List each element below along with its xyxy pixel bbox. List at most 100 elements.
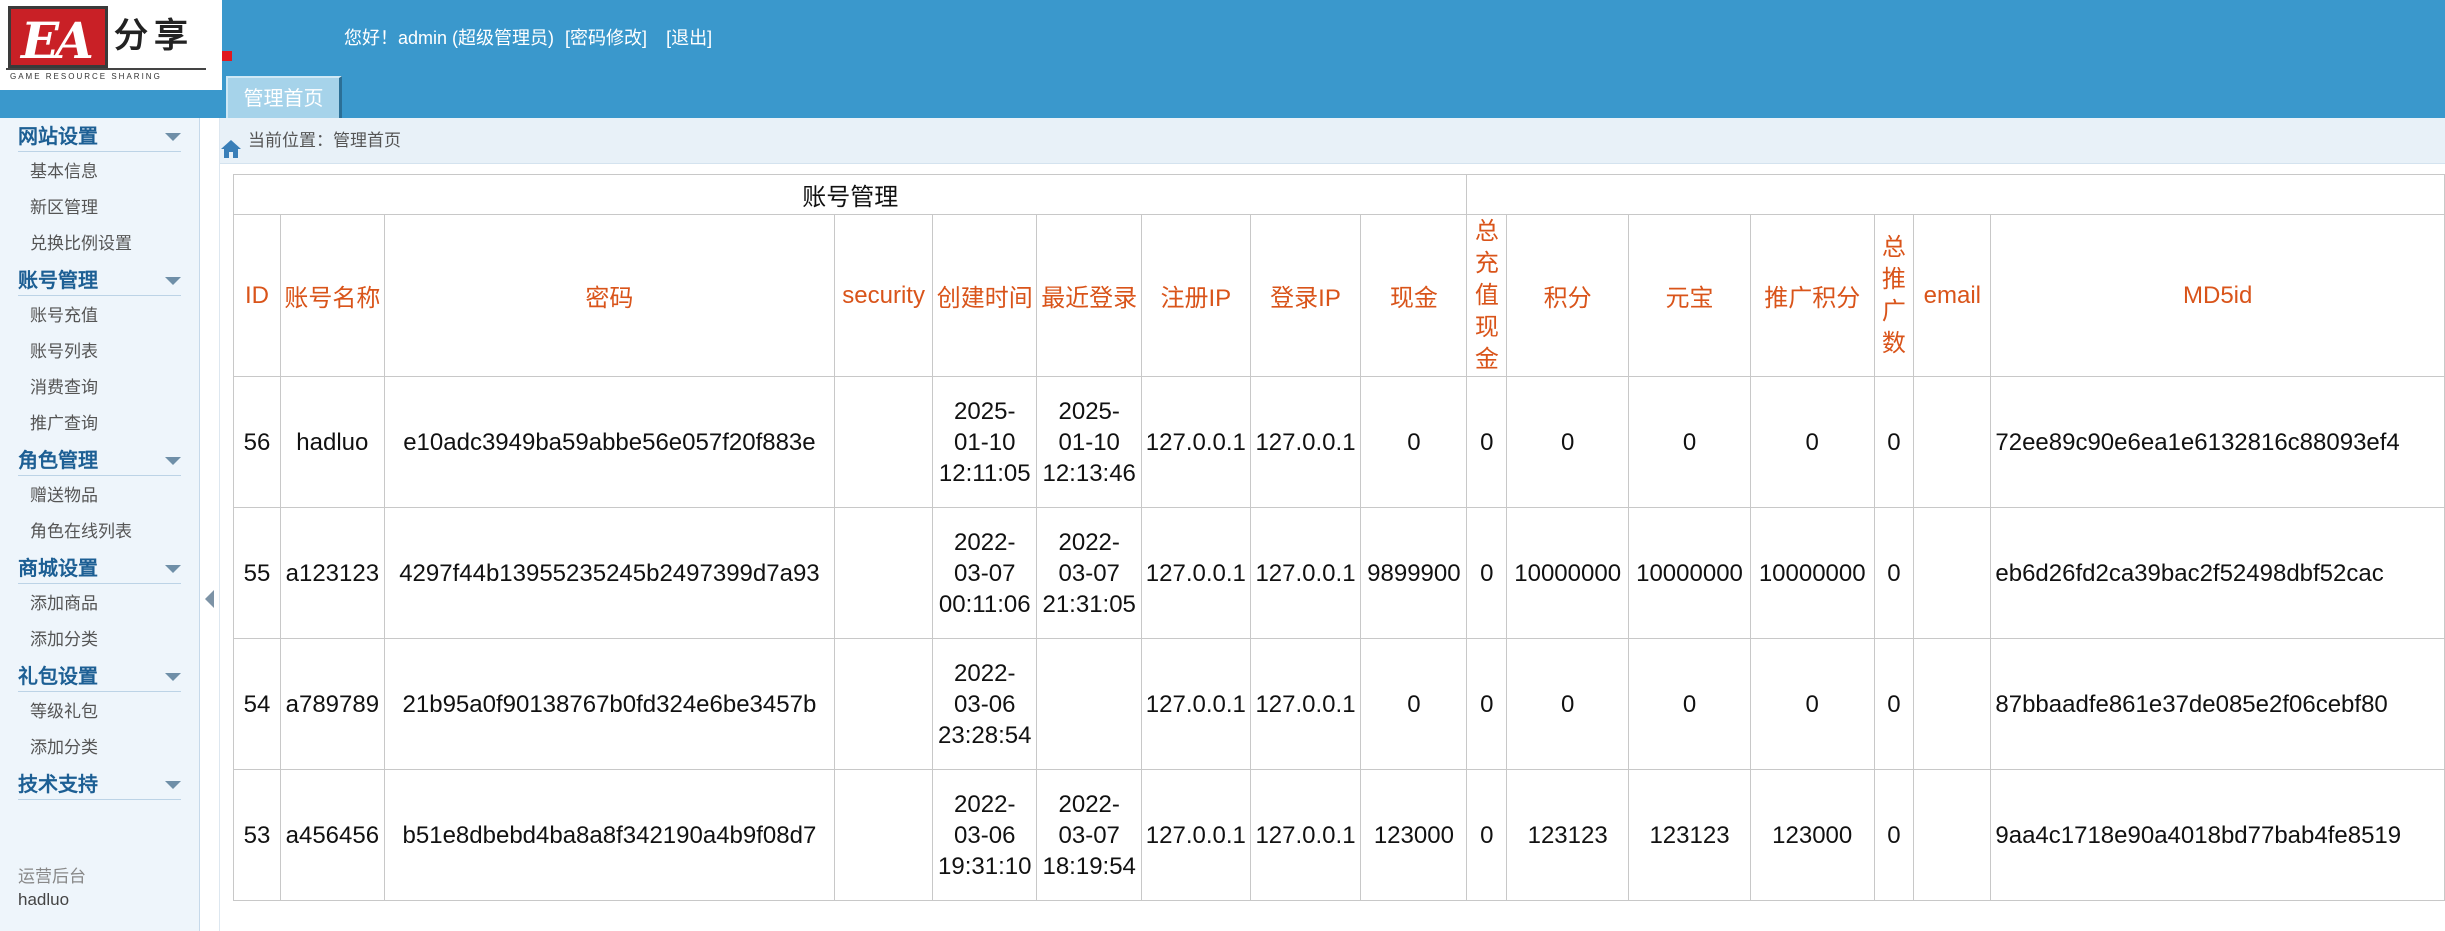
sidebar-extra-label[interactable]: 运营后台 <box>18 862 86 887</box>
chevron-down-icon[interactable] <box>165 565 181 573</box>
column-header: 元宝 <box>1628 214 1751 377</box>
column-header: 总充值现金 <box>1466 214 1508 377</box>
cell-md5id: 87bbaadfe861e37de085e2f06cebf80 <box>1990 638 2445 770</box>
change-password-link[interactable]: [密码修改] <box>565 28 647 48</box>
table-caption: 账号管理 <box>232 174 1468 215</box>
chevron-down-icon[interactable] <box>165 277 181 285</box>
breadcrumb-text: 当前位置：管理首页 <box>248 131 401 151</box>
sidebar-item[interactable]: 账号充值 <box>0 298 199 334</box>
cell-line: 2022- <box>1058 528 1120 556</box>
cell-line: 2022- <box>954 659 1016 687</box>
cell-line: 03-06 <box>954 690 1016 718</box>
cell-promo-points: 123000 <box>1749 769 1875 901</box>
sidebar-item[interactable]: 消费查询 <box>0 370 199 406</box>
welcome-bar: 您好！admin (超级管理员) [密码修改] [退出] <box>344 24 712 50</box>
cell-line: 03-06 <box>954 821 1016 849</box>
cell-reg-ip: 127.0.0.1 <box>1140 507 1251 639</box>
table-row[interactable]: 55 a123123 4297f44b13955235245b2497399d7a9… <box>232 507 2445 639</box>
cell-password: 21b95a0f90138767b0fd324e6be3457b <box>383 638 836 770</box>
sidebar-item[interactable]: 添加分类 <box>0 730 199 766</box>
table-header-row: ID 账号名称 密码 security 创建时间 最近登录 注册IP 登录IP 现金 总充值现金积… <box>232 214 2445 377</box>
cell-line: 00:11:06 <box>938 590 1031 618</box>
cell-line: 18:19:54 <box>1042 852 1136 880</box>
sidebar-group-header[interactable]: 账号管理 <box>0 262 199 298</box>
cell-password: e10adc3949ba59abbe56e057f20f883e <box>383 376 836 508</box>
cell-total-recharge: 0 <box>1466 376 1508 508</box>
column-header: email <box>1913 214 1992 377</box>
sidebar-item[interactable]: 新区管理 <box>0 190 199 226</box>
cell-promo-count: 0 <box>1873 769 1915 901</box>
cell-login-ip: 127.0.0.1 <box>1249 638 1362 770</box>
tab-home[interactable]: 管理首页 <box>226 76 342 118</box>
cell-security <box>834 638 934 770</box>
cell-name: hadluo <box>280 376 385 508</box>
sidebar-group-title: 技术支持 <box>18 772 98 796</box>
cell-yuanbao: 10000000 <box>1628 507 1751 639</box>
sidebar-group-title: 商城设置 <box>18 556 98 580</box>
sidebar-group-title: 礼包设置 <box>18 664 98 688</box>
cell-line: 21:31:05 <box>1042 590 1136 618</box>
cell-promo-points: 0 <box>1749 638 1875 770</box>
sidebar-group-header[interactable]: 网站设置 <box>0 118 199 154</box>
sidebar-item[interactable]: 添加分类 <box>0 622 199 658</box>
cell-line: 23:28:54 <box>938 721 1032 749</box>
cell-yuanbao: 123123 <box>1628 769 1751 901</box>
table-row[interactable]: 54 a789789 21b95a0f90138767b0fd324e6be3457… <box>232 638 2445 770</box>
sidebar-item[interactable]: 推广查询 <box>0 406 199 442</box>
cell-cash: 123000 <box>1360 769 1468 901</box>
account-table: 账号管理 ID 账号名称 密码 security 创建时间 最近登录 注册IP 登录IP 现金总… <box>232 174 2445 901</box>
breadcrumb: 当前位置：管理首页 <box>220 118 2445 164</box>
table-row[interactable]: 53 a456456 b51e8dbebd4ba8a8f342190a4b9f08d… <box>232 769 2445 901</box>
logout-link[interactable]: [退出] <box>666 28 712 48</box>
chevron-down-icon[interactable] <box>165 781 181 789</box>
home-icon[interactable] <box>220 131 242 158</box>
sidebar-group: 商城设置添加商品 添加分类 <box>0 550 199 658</box>
cell-promo-points: 10000000 <box>1749 507 1875 639</box>
logo-underline <box>6 68 206 70</box>
cell-points: 0 <box>1506 376 1630 508</box>
cell-name: a456456 <box>280 769 385 901</box>
logo-dot <box>222 51 232 61</box>
collapse-arrow-icon[interactable] <box>205 590 214 608</box>
cell-password: b51e8dbebd4ba8a8f342190a4b9f08d7 <box>383 769 836 901</box>
sidebar-group: 角色管理赠送物品 角色在线列表 <box>0 442 199 550</box>
sidebar-item[interactable]: 账号列表 <box>0 334 199 370</box>
sidebar-splitter[interactable] <box>200 118 220 931</box>
cell-line: 2022- <box>1058 790 1120 818</box>
cell-points: 10000000 <box>1506 507 1630 639</box>
cell-promo-count: 0 <box>1873 507 1915 639</box>
cell-md5id: 72ee89c90e6ea1e6132816c88093ef4 <box>1990 376 2445 508</box>
cell-md5id: 9aa4c1718e90a4018bd77bab4fe8519 <box>1990 769 2445 901</box>
sidebar-item[interactable]: 角色在线列表 <box>0 514 199 550</box>
sidebar-group-header[interactable]: 商城设置 <box>0 550 199 586</box>
sidebar-item[interactable]: 兑换比例设置 <box>0 226 199 262</box>
cell-points: 123123 <box>1506 769 1630 901</box>
chevron-down-icon[interactable] <box>165 673 181 681</box>
cell-security <box>834 769 934 901</box>
sidebar-item[interactable]: 添加商品 <box>0 586 199 622</box>
cell-last-login: 2025- 01-10 12:13:46 <box>1036 376 1142 508</box>
logo-mark: EA <box>8 6 108 70</box>
cell-line: 01-10 <box>1058 428 1120 456</box>
cell-line: 2025- <box>1058 397 1120 425</box>
sidebar-group-header[interactable]: 礼包设置 <box>0 658 199 694</box>
cell-reg-ip: 127.0.0.1 <box>1140 638 1251 770</box>
cell-line: 03-07 <box>1058 559 1120 587</box>
table-row[interactable]: 56 hadluo e10adc3949ba59abbe56e057f20f883e… <box>232 376 2445 508</box>
cell-promo-points: 0 <box>1749 376 1875 508</box>
cell-login-ip: 127.0.0.1 <box>1249 507 1362 639</box>
sidebar-item[interactable]: 赠送物品 <box>0 478 199 514</box>
cell-email <box>1913 769 1992 901</box>
chevron-down-icon[interactable] <box>165 457 181 465</box>
cell-line: 2025- <box>954 397 1016 425</box>
sidebar-item[interactable]: 基本信息 <box>0 154 199 190</box>
chevron-down-icon[interactable] <box>165 133 181 141</box>
sidebar-item[interactable]: 等级礼包 <box>0 694 199 730</box>
cell-cash: 0 <box>1360 638 1468 770</box>
logo-brand: 分享 <box>114 16 194 56</box>
cell-name: a789789 <box>280 638 385 770</box>
column-header: 积分 <box>1506 214 1630 377</box>
sidebar-group-header[interactable]: 技术支持 <box>0 766 199 802</box>
sidebar-group-title: 角色管理 <box>18 448 98 472</box>
sidebar-group-header[interactable]: 角色管理 <box>0 442 199 478</box>
